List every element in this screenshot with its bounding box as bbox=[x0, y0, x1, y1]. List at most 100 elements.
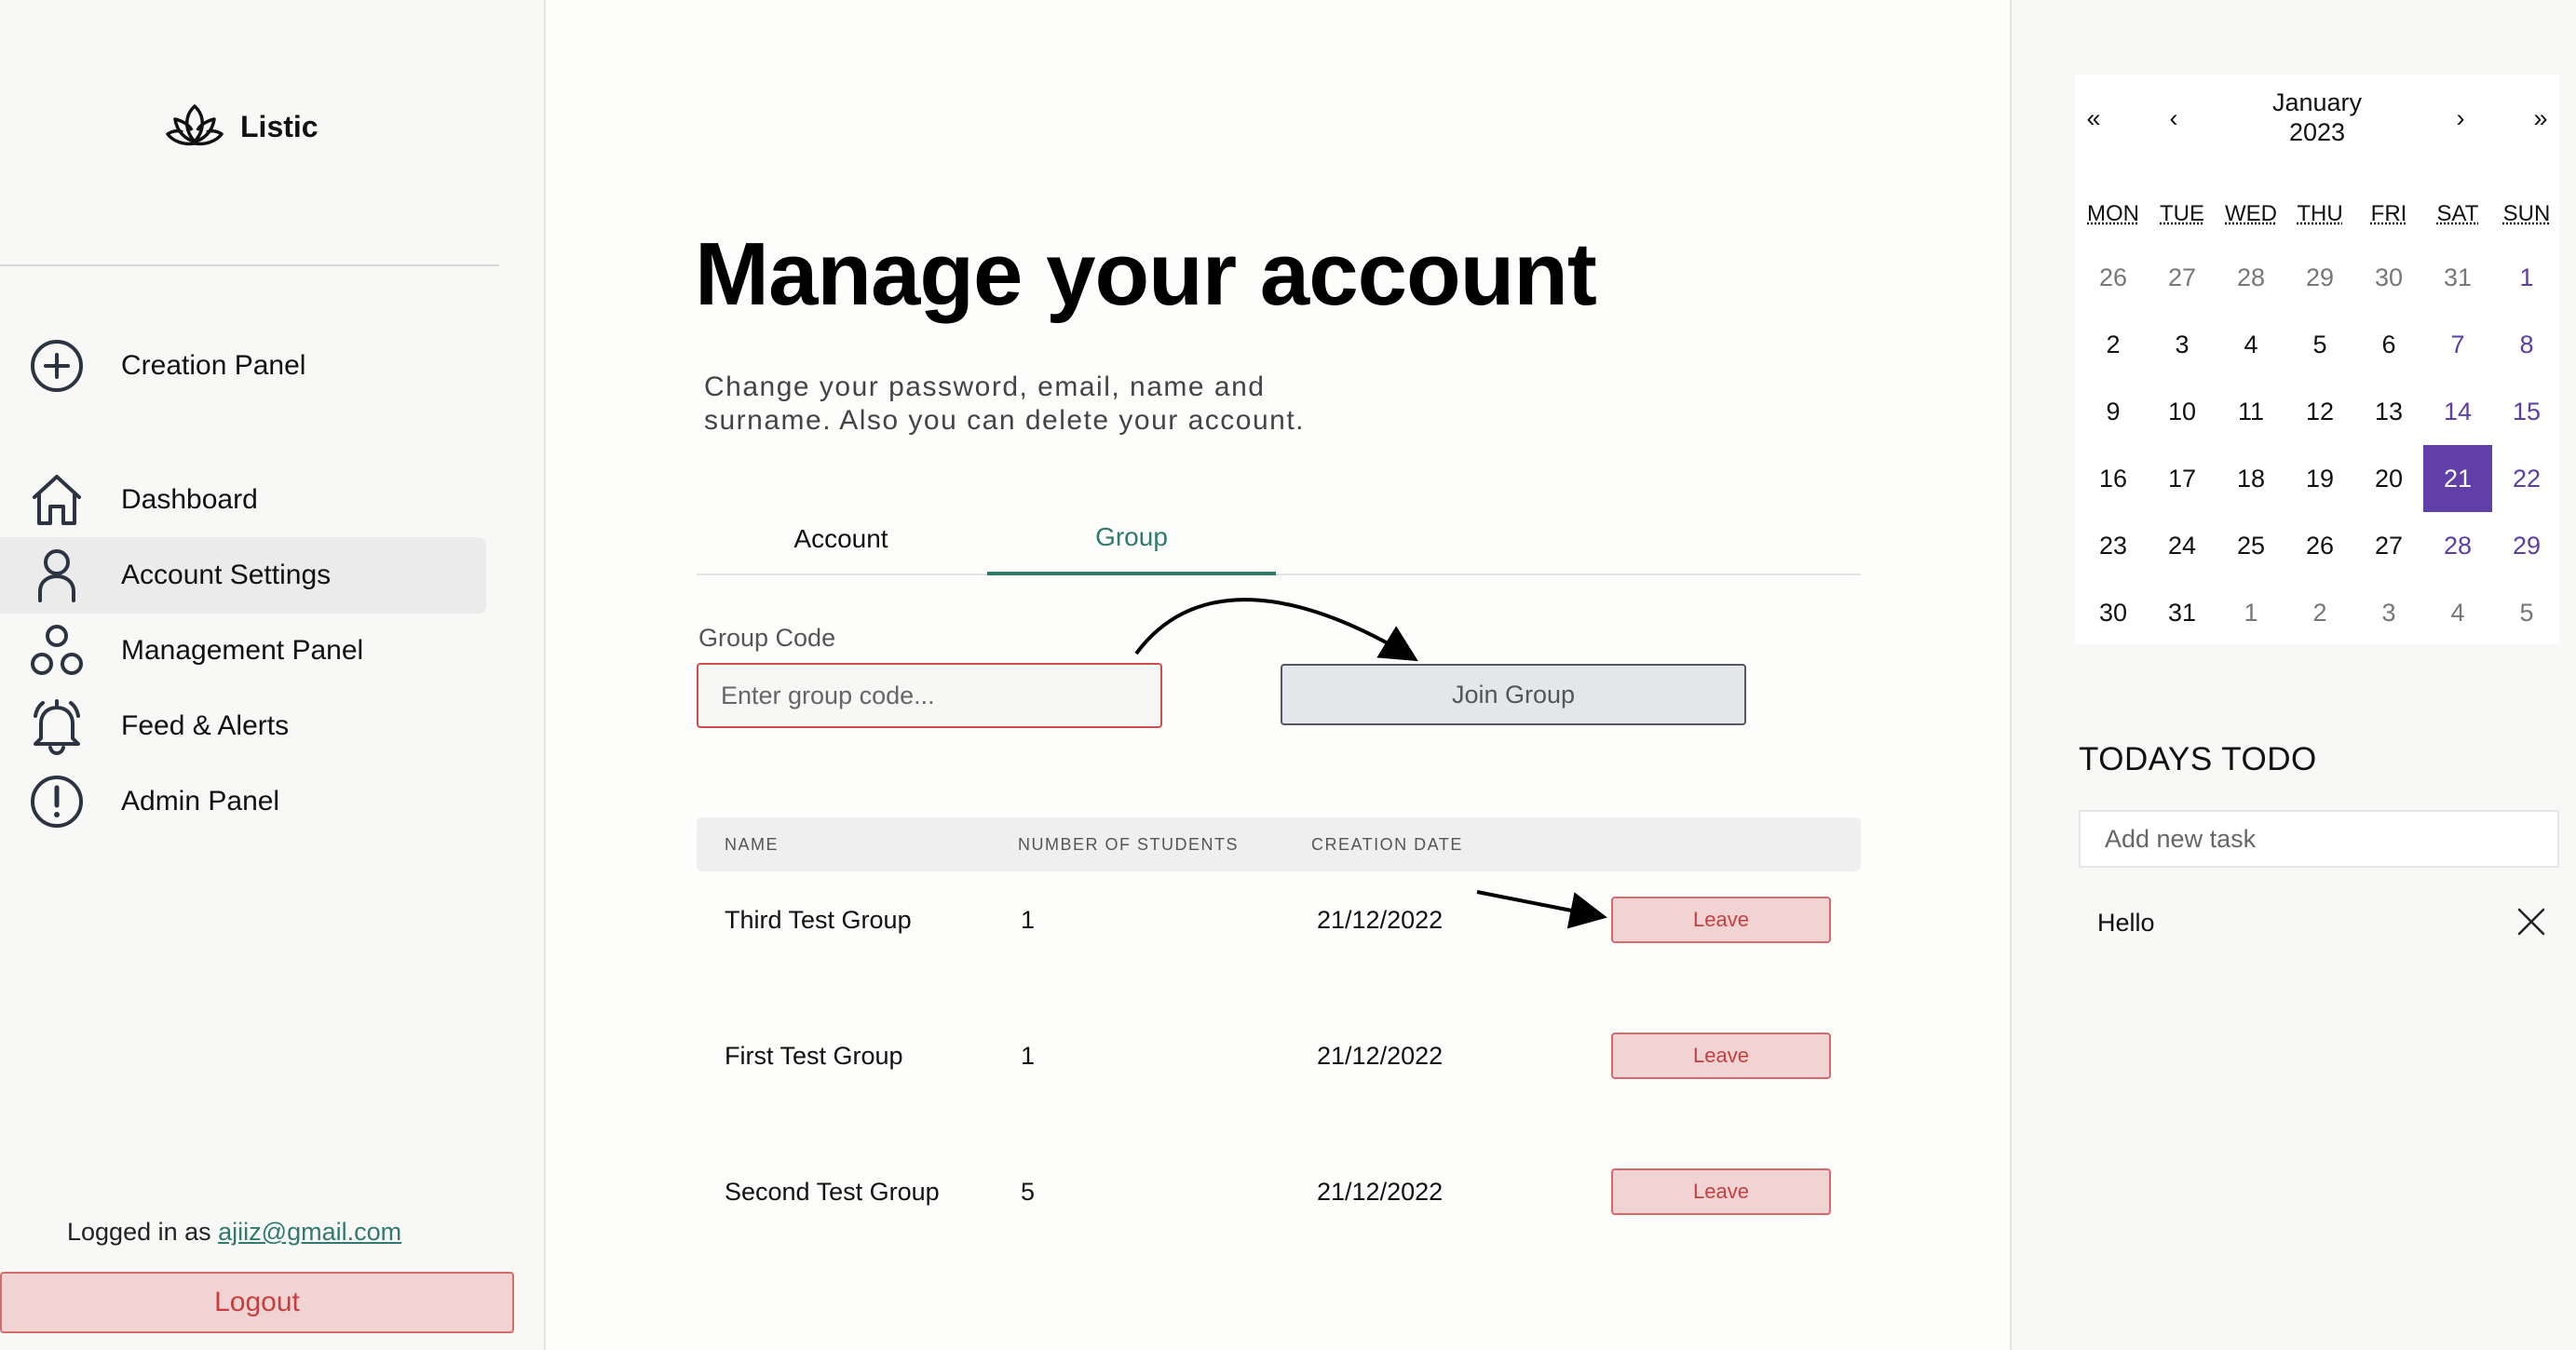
calendar-day[interactable]: 15 bbox=[2492, 378, 2561, 445]
close-icon[interactable] bbox=[2515, 905, 2548, 938]
sidebar-item-management-panel[interactable]: Management Panel bbox=[0, 613, 486, 689]
calendar-day[interactable]: 22 bbox=[2492, 445, 2561, 512]
prev-month-button[interactable]: ‹ bbox=[2155, 104, 2192, 133]
groups-table: NAME NUMBER OF STUDENTS CREATION DATE Th… bbox=[697, 817, 1861, 1215]
calendar-day[interactable]: 20 bbox=[2354, 445, 2423, 512]
calendar-day[interactable]: 25 bbox=[2217, 512, 2285, 579]
table-header: NAME NUMBER OF STUDENTS CREATION DATE bbox=[697, 817, 1861, 871]
calendar-day[interactable]: 24 bbox=[2148, 512, 2217, 579]
calendar-day[interactable]: 28 bbox=[2217, 244, 2285, 311]
column-header-students: NUMBER OF STUDENTS bbox=[1018, 834, 1240, 854]
leave-button[interactable]: Leave bbox=[1611, 1168, 1831, 1215]
calendar-day[interactable]: 14 bbox=[2423, 378, 2492, 445]
calendar-day[interactable]: 31 bbox=[2148, 579, 2217, 646]
weekday-header: TUE bbox=[2160, 201, 2204, 226]
sidebar-item-admin-panel[interactable]: Admin Panel bbox=[0, 763, 486, 840]
page-title: Manage your account bbox=[695, 224, 1597, 324]
calendar-day[interactable]: 17 bbox=[2148, 445, 2217, 512]
circles-icon bbox=[28, 622, 86, 680]
logo[interactable]: Listic bbox=[164, 97, 319, 156]
calendar-day[interactable]: 9 bbox=[2079, 378, 2148, 445]
brand-name: Listic bbox=[240, 109, 319, 143]
sidebar-item-dashboard[interactable]: Dashboard bbox=[0, 462, 486, 538]
calendar-day[interactable]: 10 bbox=[2148, 378, 2217, 445]
calendar-day[interactable]: 2 bbox=[2285, 579, 2354, 646]
sidebar: Listic Creation Panel Dashboard Account … bbox=[0, 0, 546, 1350]
sidebar-item-feed-alerts[interactable]: Feed & Alerts bbox=[0, 688, 486, 764]
calendar-day[interactable]: 4 bbox=[2423, 579, 2492, 646]
todo-item-text: Hello bbox=[2097, 909, 2155, 937]
calendar-day[interactable]: 18 bbox=[2217, 445, 2285, 512]
calendar-day[interactable]: 29 bbox=[2492, 512, 2561, 579]
join-group-button[interactable]: Join Group bbox=[1281, 664, 1746, 725]
calendar-day[interactable]: 5 bbox=[2492, 579, 2561, 646]
group-students: 1 bbox=[1021, 905, 1036, 934]
group-students: 1 bbox=[1021, 1041, 1036, 1070]
group-students: 5 bbox=[1021, 1177, 1036, 1206]
calendar-month: January bbox=[2271, 88, 2363, 116]
todo-input[interactable] bbox=[2079, 810, 2559, 868]
calendar-day[interactable]: 3 bbox=[2148, 311, 2217, 378]
calendar-day[interactable]: 29 bbox=[2285, 244, 2354, 311]
next-month-button[interactable]: › bbox=[2442, 104, 2479, 133]
weekday-header: FRI bbox=[2370, 201, 2407, 226]
calendar-day[interactable]: 13 bbox=[2354, 378, 2423, 445]
plus-circle-icon bbox=[28, 337, 86, 395]
group-date: 21/12/2022 bbox=[1317, 1041, 1444, 1070]
calendar-day[interactable]: 3 bbox=[2354, 579, 2423, 646]
page-subtitle: Change your password, email, name and su… bbox=[704, 371, 1306, 436]
sidebar-item-label: Feed & Alerts bbox=[121, 710, 290, 741]
calendar-day[interactable]: 30 bbox=[2354, 244, 2423, 311]
sidebar-item-creation-panel[interactable]: Creation Panel bbox=[0, 328, 486, 404]
calendar-day[interactable]: 21 bbox=[2423, 445, 2492, 512]
calendar: « ‹ January 2023 › » MON TUE WED THU FRI SAT S… bbox=[2075, 74, 2559, 644]
group-code-input[interactable] bbox=[697, 663, 1162, 728]
calendar-day[interactable]: 1 bbox=[2217, 579, 2285, 646]
group-date: 21/12/2022 bbox=[1317, 1177, 1444, 1206]
right-panel: « ‹ January 2023 › » MON TUE WED THU FRI SAT S… bbox=[2010, 0, 2576, 1350]
tab-account[interactable]: Account bbox=[697, 503, 985, 575]
calendar-day[interactable]: 27 bbox=[2354, 512, 2423, 579]
prev-year-button[interactable]: « bbox=[2075, 104, 2112, 133]
calendar-day[interactable]: 16 bbox=[2079, 445, 2148, 512]
sidebar-divider bbox=[0, 264, 499, 266]
calendar-day[interactable]: 11 bbox=[2217, 378, 2285, 445]
leave-button[interactable]: Leave bbox=[1611, 1033, 1831, 1079]
user-email-link[interactable]: ajiiz@gmail.com bbox=[218, 1218, 401, 1246]
calendar-day[interactable]: 23 bbox=[2079, 512, 2148, 579]
calendar-day[interactable]: 19 bbox=[2285, 445, 2354, 512]
weekday-header: WED bbox=[2225, 201, 2277, 226]
sidebar-item-label: Management Panel bbox=[121, 635, 364, 666]
sidebar-item-label: Dashboard bbox=[121, 484, 258, 515]
sidebar-item-account-settings[interactable]: Account Settings bbox=[0, 537, 486, 614]
table-row: First Test Group 1 21/12/2022 Leave bbox=[697, 1019, 1861, 1093]
calendar-day[interactable]: 30 bbox=[2079, 579, 2148, 646]
calendar-day[interactable]: 5 bbox=[2285, 311, 2354, 378]
calendar-month-label[interactable]: January 2023 bbox=[2224, 88, 2410, 147]
tab-group[interactable]: Group bbox=[987, 503, 1276, 575]
calendar-day[interactable]: 6 bbox=[2354, 311, 2423, 378]
calendar-day[interactable]: 28 bbox=[2423, 512, 2492, 579]
calendar-day[interactable]: 4 bbox=[2217, 311, 2285, 378]
logged-in-prefix: Logged in as bbox=[67, 1218, 211, 1246]
logout-button[interactable]: Logout bbox=[0, 1272, 514, 1333]
calendar-day[interactable]: 26 bbox=[2285, 512, 2354, 579]
calendar-day[interactable]: 1 bbox=[2492, 244, 2561, 311]
calendar-day[interactable]: 26 bbox=[2079, 244, 2148, 311]
weekday-header: SUN bbox=[2502, 201, 2551, 226]
calendar-day[interactable]: 12 bbox=[2285, 378, 2354, 445]
todo-title: TODAYS TODO bbox=[2079, 741, 2317, 777]
calendar-day[interactable]: 8 bbox=[2492, 311, 2561, 378]
leave-button[interactable]: Leave bbox=[1611, 897, 1831, 943]
calendar-day[interactable]: 2 bbox=[2079, 311, 2148, 378]
calendar-day[interactable]: 7 bbox=[2423, 311, 2492, 378]
table-row: Third Test Group 1 21/12/2022 Leave bbox=[697, 883, 1861, 957]
column-header-date: CREATION DATE bbox=[1311, 834, 1463, 854]
user-icon bbox=[28, 547, 86, 604]
calendar-day[interactable]: 27 bbox=[2148, 244, 2217, 311]
calendar-day[interactable]: 31 bbox=[2423, 244, 2492, 311]
alert-circle-icon bbox=[28, 773, 86, 830]
tab-bar: Account Group bbox=[697, 503, 1861, 575]
table-row: Second Test Group 5 21/12/2022 Leave bbox=[697, 1154, 1861, 1229]
next-year-button[interactable]: » bbox=[2522, 104, 2559, 133]
